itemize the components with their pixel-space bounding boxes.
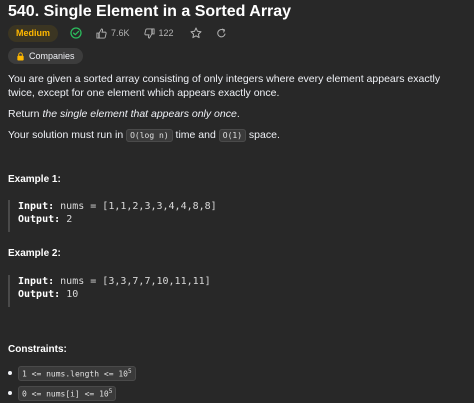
like-count: 7.6K xyxy=(111,28,130,38)
complexity-suffix: space. xyxy=(246,129,280,141)
constraint-exponent: 5 xyxy=(108,388,113,395)
solved-status xyxy=(70,27,82,39)
difficulty-badge: Medium xyxy=(8,24,59,42)
description-paragraph-2: Return the single element that appears o… xyxy=(8,107,466,121)
star-icon xyxy=(190,27,202,39)
check-circle-icon xyxy=(70,27,82,39)
favorite-button[interactable] xyxy=(190,27,202,39)
share-button[interactable] xyxy=(216,28,227,39)
thumbs-down-icon xyxy=(143,27,155,39)
companies-button[interactable]: Companies xyxy=(8,48,83,64)
description-paragraph-3: Your solution must run in O(log n) time … xyxy=(8,128,466,143)
share-icon xyxy=(216,28,226,37)
dislike-button[interactable]: 122 xyxy=(143,27,174,39)
constraint-code: 0 <= nums[i] <= 105 xyxy=(18,386,117,401)
constraint-item: 1 <= nums.length <= 105 xyxy=(8,366,136,381)
example-1-input-value: nums = [1,1,2,3,3,4,4,8,8] xyxy=(60,201,217,212)
example-2-block: Input: nums = [3,3,7,7,10,11,11] Output:… xyxy=(8,275,466,307)
example-2-input-label: Input: xyxy=(18,276,55,287)
constraint-exponent: 5 xyxy=(127,368,132,375)
thumbs-up-icon xyxy=(96,27,107,39)
bullet-dot xyxy=(8,391,12,396)
complexity-mid: time and xyxy=(172,129,219,141)
example-2-heading: Example 2: xyxy=(8,248,61,259)
description-paragraph-1: You are given a sorted array consisting … xyxy=(8,73,441,99)
space-complexity-code: O(1) xyxy=(218,129,247,142)
example-1-output-label: Output: xyxy=(18,214,61,225)
companies-label: Companies xyxy=(29,51,75,61)
problem-title: 540. Single Element in a Sorted Array xyxy=(8,3,292,20)
like-button[interactable]: 7.6K xyxy=(96,27,130,39)
time-complexity-code: O(log n) xyxy=(126,129,173,142)
example-1-heading: Example 1: xyxy=(8,174,61,185)
complexity-prefix: Your solution must run in xyxy=(8,129,127,141)
constraint-text: 0 <= nums[i] <= 10 xyxy=(22,389,109,399)
example-2-input-value: nums = [3,3,7,7,10,11,11] xyxy=(60,276,211,287)
problem-meta-row: Medium 7.6K 122 xyxy=(8,24,227,42)
constraint-code: 1 <= nums.length <= 105 xyxy=(18,366,136,381)
dislike-count: 122 xyxy=(158,28,174,38)
constraint-text: 1 <= nums.length <= 10 xyxy=(22,369,128,379)
lock-icon xyxy=(17,51,24,61)
example-1-output-value: 2 xyxy=(66,214,73,225)
example-2-output-value: 10 xyxy=(66,289,79,300)
example-1-input-label: Input: xyxy=(18,201,55,212)
bullet-dot xyxy=(8,371,12,376)
return-emphasis: the single element that appears only onc… xyxy=(42,108,237,120)
constraints-heading: Constraints: xyxy=(8,344,67,355)
example-1-block: Input: nums = [1,1,2,3,3,4,4,8,8] Output… xyxy=(8,200,466,232)
example-2-output-label: Output: xyxy=(18,289,61,300)
return-prefix: Return xyxy=(8,108,43,120)
constraint-item: 0 <= nums[i] <= 105 xyxy=(8,386,117,401)
return-suffix: . xyxy=(236,108,240,120)
